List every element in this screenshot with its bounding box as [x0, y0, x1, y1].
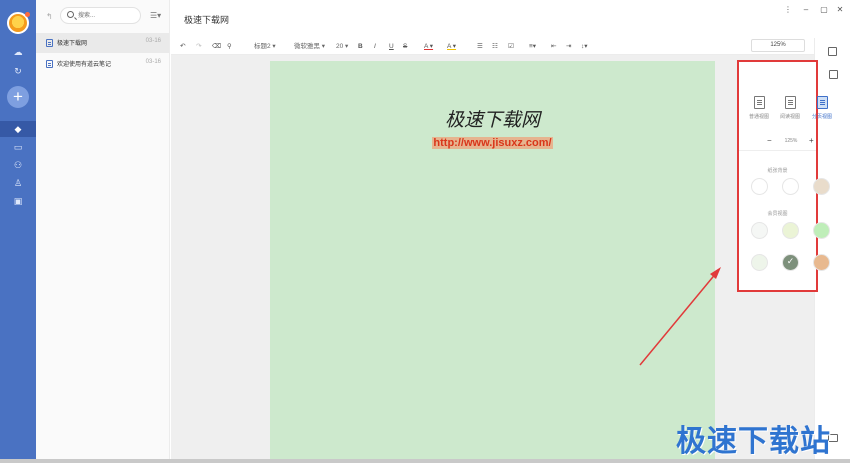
bold-button[interactable]: B — [358, 42, 363, 51]
page-url-line: http://www.jisuxz.com/ — [270, 133, 715, 151]
member-background-swatch-selected[interactable] — [782, 254, 799, 271]
redo-icon[interactable]: ↷ — [196, 42, 201, 51]
search-icon — [67, 11, 74, 18]
font-select[interactable]: 微软雅黑 ▾ — [294, 42, 325, 51]
member-background-swatch[interactable] — [782, 222, 799, 239]
italic-button[interactable]: I — [374, 42, 376, 51]
indent-decrease-icon[interactable]: ⇤ — [551, 42, 556, 51]
indent-increase-icon[interactable]: ⇥ — [566, 42, 571, 51]
font-color-button[interactable]: A ▾ — [424, 42, 433, 51]
notification-dot — [25, 12, 30, 17]
panel-zoom-value: 125% — [784, 138, 798, 144]
share-icon[interactable]: ⚇ — [12, 159, 24, 171]
maximize-button[interactable]: ▢ — [819, 5, 829, 14]
view-option-paged[interactable]: 分页视图 — [809, 96, 835, 120]
heading-select[interactable]: 标题2 ▾ — [254, 42, 276, 51]
view-option-label: 阅读视图 — [779, 114, 800, 120]
bullet-list-icon[interactable]: ☰ — [477, 42, 483, 51]
search-input[interactable] — [78, 10, 138, 22]
reading-view-icon — [784, 96, 796, 109]
member-background-swatch[interactable] — [813, 254, 830, 271]
more-options-icon[interactable]: ⋮ — [783, 5, 793, 14]
paper-background-swatch[interactable] — [813, 178, 830, 195]
taskbar-strip — [0, 459, 850, 463]
underline-button[interactable]: U — [389, 42, 394, 51]
back-icon[interactable]: ↰ — [46, 12, 53, 21]
format-toolbar: ↶ ↷ ⌫ ⚲ 标题2 ▾ 微软雅黑 ▾ 20 ▾ B I U S A ▾ A … — [171, 38, 850, 55]
note-title: 极速下载网 — [57, 41, 88, 47]
note-icon — [46, 60, 53, 68]
note-title: 欢迎使用有道云笔记 — [57, 62, 112, 68]
note-title-field[interactable]: 极速下载网 — [184, 13, 229, 26]
align-icon[interactable]: ≡▾ — [529, 42, 536, 51]
paper-background-label: 纸张背景 — [767, 168, 788, 174]
paper-background-swatch[interactable] — [782, 178, 799, 195]
paged-view-icon — [816, 96, 828, 109]
view-settings-icon[interactable] — [829, 70, 838, 79]
numbered-list-icon[interactable]: ☷ — [492, 42, 498, 51]
trash-icon[interactable]: ▣ — [12, 195, 24, 207]
divider — [739, 150, 816, 151]
member-background-swatch[interactable] — [813, 222, 830, 239]
highlight-button[interactable]: A ▾ — [447, 42, 456, 51]
notebook-icon[interactable]: ◆ — [12, 123, 24, 135]
view-option-label: 分页视图 — [811, 114, 832, 120]
bookmark-icon[interactable]: ▭ — [12, 141, 24, 153]
zoom-in-button[interactable]: + — [809, 136, 814, 145]
checkbox-list-icon[interactable]: ☑ — [508, 42, 514, 51]
font-size-value: 20 — [336, 43, 344, 50]
font-color-value: A — [424, 43, 428, 50]
view-option-normal[interactable]: 普通视图 — [746, 96, 772, 120]
group-icon[interactable]: ♙ — [12, 177, 24, 189]
eraser-icon[interactable]: ⌫ — [212, 42, 221, 51]
format-painter-icon[interactable]: ⚲ — [227, 42, 232, 51]
paper-background-swatch[interactable] — [751, 178, 768, 195]
view-option-reading[interactable]: 阅读视图 — [777, 96, 803, 120]
font-size-select[interactable]: 20 ▾ — [336, 42, 348, 51]
outline-icon[interactable] — [828, 47, 837, 56]
left-nav-sidebar: ☁ ↻ + ◆ ▭ ⚇ ♙ ▣ — [0, 0, 36, 463]
strikethrough-button[interactable]: S — [403, 42, 407, 51]
page-url-link[interactable]: http://www.jisuxz.com/ — [432, 137, 553, 149]
member-background-swatch[interactable] — [751, 222, 768, 239]
note-icon — [46, 39, 53, 47]
normal-view-icon — [753, 96, 765, 109]
sort-menu-icon[interactable]: ☰▾ — [150, 11, 161, 20]
add-note-button[interactable]: + — [7, 86, 29, 108]
zoom-level-display[interactable]: 125% — [751, 39, 805, 52]
view-settings-panel: 普通视图 阅读视图 分页视图 − 125% + 纸张背景 会员视图 — [737, 60, 838, 292]
font-select-value: 微软雅黑 — [294, 43, 320, 50]
note-list-item[interactable]: 极速下载网 03-16 — [36, 33, 169, 53]
note-date: 03-16 — [145, 38, 161, 44]
page-heading[interactable]: 极速下载网 — [270, 105, 715, 132]
refresh-icon[interactable]: ↻ — [12, 65, 24, 77]
member-background-swatch[interactable] — [751, 254, 768, 271]
note-list-item[interactable]: 欢迎使用有道云笔记 03-16 — [36, 54, 169, 74]
line-spacing-icon[interactable]: ↕▾ — [581, 42, 588, 51]
heading-select-value: 标题2 — [254, 43, 271, 50]
watermark-logo: 极速下载站 — [676, 424, 831, 459]
note-page[interactable]: 极速下载网 http://www.jisuxz.com/ — [270, 61, 715, 463]
zoom-out-button[interactable]: − — [767, 136, 772, 145]
minimize-button[interactable]: – — [801, 5, 811, 14]
close-button[interactable]: ✕ — [835, 5, 845, 14]
highlight-value: A — [447, 43, 451, 50]
note-date: 03-16 — [145, 59, 161, 65]
app-window: ☁ ↻ + ◆ ▭ ⚇ ♙ ▣ ↰ ☰▾ 极速下载网 03-16 欢迎使用有道云… — [0, 0, 850, 463]
undo-icon[interactable]: ↶ — [180, 42, 185, 51]
note-list-panel: ↰ ☰▾ 极速下载网 03-16 欢迎使用有道云笔记 03-16 — [36, 0, 170, 463]
member-background-label: 会员视图 — [767, 211, 788, 217]
view-option-label: 普通视图 — [748, 114, 769, 120]
editor-header: 极速下载网 ⋮ – ▢ ✕ — [171, 0, 850, 38]
cloud-sync-icon[interactable]: ☁ — [12, 46, 24, 58]
search-box[interactable] — [60, 7, 141, 24]
